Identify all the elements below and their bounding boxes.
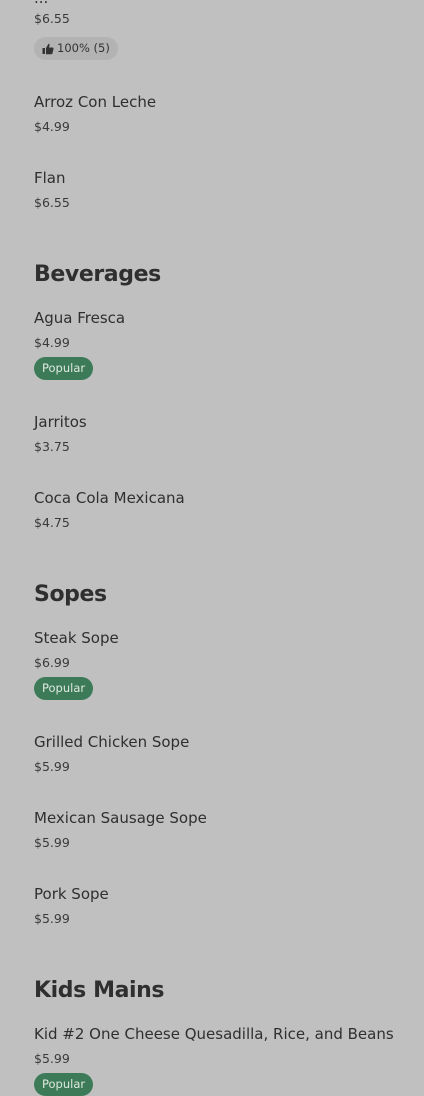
item-name: Kid #2 One Cheese Quesadilla, Rice, and … — [34, 1025, 394, 1043]
item-price: $4.99 — [34, 119, 70, 134]
item-name: Pork Sope — [34, 885, 109, 903]
item-price: $5.99 — [34, 911, 70, 926]
item-name: Grilled Chicken Sope — [34, 733, 190, 751]
item-name: ... — [34, 0, 48, 8]
item-name: Mexican Sausage Sope — [34, 809, 207, 827]
popular-badge: Popular — [34, 1073, 94, 1096]
item-price: $5.99 — [34, 759, 70, 774]
item-price: $4.99 — [34, 335, 70, 350]
item-price: $5.99 — [34, 1051, 70, 1066]
rating-badge: 100% (5) — [34, 37, 118, 60]
item-name: Jarritos — [34, 413, 87, 431]
item-name: Arroz Con Leche — [34, 93, 157, 111]
section-title-sopes: Sopes — [34, 582, 107, 607]
item-price: $5.99 — [34, 835, 70, 850]
rating-text: 100% (5) — [57, 41, 110, 55]
item-price: $3.75 — [34, 439, 70, 454]
item-name: Coca Cola Mexicana — [34, 489, 185, 507]
item-name: Flan — [34, 169, 66, 187]
thumbs-up-icon — [42, 43, 54, 54]
popular-badge: Popular — [34, 677, 94, 700]
item-price: $6.55 — [34, 195, 70, 210]
item-price: $4.75 — [34, 515, 70, 530]
popular-badge: Popular — [34, 357, 94, 380]
section-title-beverages: Beverages — [34, 262, 161, 287]
item-name: Steak Sope — [34, 629, 119, 647]
item-name: Agua Fresca — [34, 309, 126, 327]
item-price: $6.99 — [34, 655, 70, 670]
section-title-kids-mains: Kids Mains — [34, 978, 165, 1003]
item-price: $6.55 — [34, 11, 70, 26]
